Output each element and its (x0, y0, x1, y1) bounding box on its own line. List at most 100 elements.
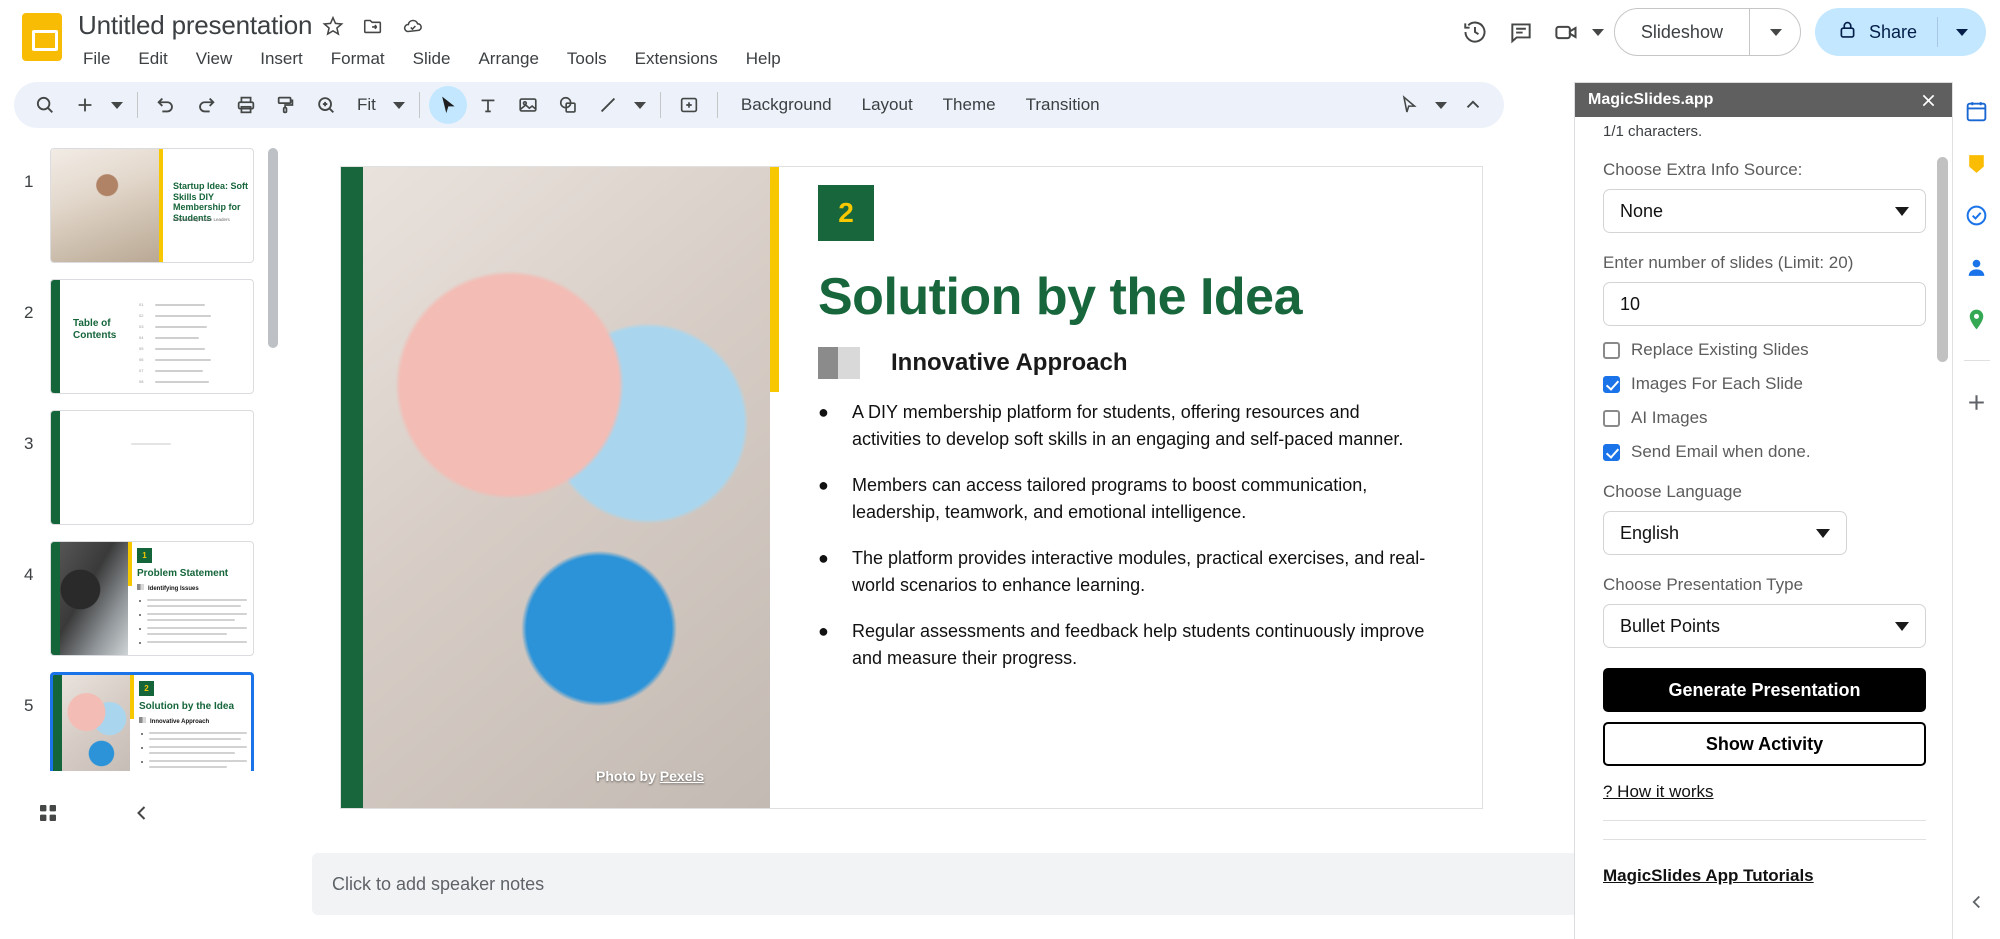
shape-icon[interactable] (549, 86, 587, 124)
checkbox-send-email-when-done[interactable] (1603, 444, 1620, 461)
background-button[interactable]: Background (727, 88, 846, 122)
menu-slide[interactable]: Slide (410, 48, 454, 70)
menu-extensions[interactable]: Extensions (632, 48, 721, 70)
sidebar-scrollbar[interactable] (1937, 157, 1948, 362)
menu-insert[interactable]: Insert (257, 48, 306, 70)
slide-bullet-list[interactable]: ● A DIY membership platform for students… (818, 399, 1428, 691)
collapse-filmstrip-icon[interactable] (120, 791, 164, 835)
comment-icon[interactable] (1498, 9, 1544, 55)
checkbox-replace-existing-slides[interactable] (1603, 342, 1620, 359)
menu-format[interactable]: Format (328, 48, 388, 70)
maps-icon[interactable] (1962, 304, 1992, 334)
layout-button[interactable]: Layout (848, 88, 927, 122)
thumbnail[interactable] (50, 410, 254, 525)
move-to-folder-icon[interactable] (362, 15, 384, 37)
menu-tools[interactable]: Tools (564, 48, 610, 70)
undo-icon[interactable] (147, 86, 185, 124)
checkbox-row-images-for-each-slide[interactable]: Images For Each Slide (1603, 374, 1926, 394)
meet-dropdown-caret-icon[interactable] (1592, 29, 1604, 36)
thumbnail[interactable]: Startup Idea: Soft Skills DIY Membership… (50, 148, 254, 263)
document-title[interactable]: Untitled presentation (78, 10, 312, 41)
menu-edit[interactable]: Edit (135, 48, 170, 70)
zoom-level-value[interactable]: Fit (347, 95, 386, 115)
photo-credit-link[interactable]: Pexels (660, 768, 704, 784)
star-icon[interactable] (322, 15, 344, 37)
expand-rail-icon[interactable] (1962, 887, 1992, 917)
cloud-saved-icon[interactable] (402, 15, 424, 37)
theme-button[interactable]: Theme (929, 88, 1010, 122)
thumbnail[interactable]: Table of Contents 01 02 03 04 05 06 07 0… (50, 279, 254, 394)
transition-button[interactable]: Transition (1012, 88, 1114, 122)
speaker-notes[interactable]: Click to add speaker notes (312, 853, 1600, 915)
tasks-icon[interactable] (1962, 200, 1992, 230)
slideshow-dropdown-button[interactable] (1750, 9, 1800, 55)
select-icon[interactable] (429, 86, 467, 124)
text-box-icon[interactable] (469, 86, 507, 124)
collapse-toolbar-icon[interactable] (1454, 86, 1492, 124)
contacts-icon[interactable] (1962, 252, 1992, 282)
zoom-dropdown-caret-icon[interactable] (388, 86, 410, 124)
version-history-icon[interactable] (1452, 9, 1498, 55)
keep-icon[interactable] (1962, 148, 1992, 178)
thumbnail-kicker: Identifying Issues (148, 586, 199, 592)
checkbox-row-replace-existing-slides[interactable]: Replace Existing Slides (1603, 340, 1926, 360)
bullet-item: ● Regular assessments and feedback help … (818, 618, 1428, 672)
filmstrip-item-4[interactable]: 4 1 Problem Statement Identifying Issues (0, 533, 290, 664)
line-dropdown-caret-icon[interactable] (629, 86, 651, 124)
cursor-dropdown-caret-icon[interactable] (1430, 86, 1452, 124)
share-button[interactable]: Share (1815, 8, 1986, 56)
share-dropdown-button[interactable] (1938, 9, 1986, 55)
checkbox-row-send-email-when-done[interactable]: Send Email when done. (1603, 442, 1926, 462)
close-icon[interactable] (1919, 91, 1938, 110)
line-icon[interactable] (589, 86, 627, 124)
share-main[interactable]: Share (1815, 9, 1937, 55)
menu-file[interactable]: File (80, 48, 113, 70)
menu-help[interactable]: Help (743, 48, 784, 70)
checkbox-row-ai-images[interactable]: AI Images (1603, 408, 1926, 428)
menu-view[interactable]: View (193, 48, 236, 70)
presentation-type-select[interactable]: Bullet Points (1603, 604, 1926, 648)
image-icon[interactable] (509, 86, 547, 124)
zoom-icon[interactable] (307, 86, 345, 124)
redo-icon[interactable] (187, 86, 225, 124)
slide-number: 4 (24, 541, 50, 585)
menu-arrange[interactable]: Arrange (475, 48, 541, 70)
search-icon[interactable] (26, 86, 64, 124)
add-slide-icon[interactable] (66, 86, 104, 124)
generate-presentation-button[interactable]: Generate Presentation (1603, 668, 1926, 712)
bullet-marker: ● (818, 399, 852, 453)
kicker-icon (139, 717, 146, 723)
how-it-works-link[interactable]: ? How it works (1603, 782, 1714, 802)
checkbox-images-for-each-slide[interactable] (1603, 376, 1620, 393)
extra-info-select[interactable]: None (1603, 189, 1926, 233)
filmstrip-item-2[interactable]: 2 Table of Contents 01 02 03 04 05 06 07… (0, 271, 290, 402)
slide-filmstrip[interactable]: 1 Startup Idea: Soft Skills DIY Membersh… (0, 140, 290, 855)
slides-count-input[interactable]: 10 (1603, 282, 1926, 326)
filmstrip-item-3[interactable]: 3 (0, 402, 290, 533)
show-activity-button[interactable]: Show Activity (1603, 722, 1926, 766)
accent-bar (51, 411, 60, 524)
paint-format-icon[interactable] (267, 86, 305, 124)
filmstrip-grid-view-icon[interactable] (26, 791, 70, 835)
thumbnail[interactable]: 1 Problem Statement Identifying Issues (50, 541, 254, 656)
print-icon[interactable] (227, 86, 265, 124)
current-slide[interactable]: Photo by Pexels 2 Solution by the Idea I… (340, 166, 1483, 809)
checkbox-ai-images[interactable] (1603, 410, 1620, 427)
add-slide-dropdown-caret-icon[interactable] (106, 86, 128, 124)
slide-kicker[interactable]: Innovative Approach (891, 349, 1127, 377)
tutorials-link[interactable]: MagicSlides App Tutorials (1603, 866, 1814, 886)
add-addon-icon[interactable] (1962, 387, 1992, 417)
thumbnail-badge: 1 (137, 548, 152, 563)
thumbnail-selected[interactable]: 2 Solution by the Idea Innovative Approa… (50, 672, 254, 787)
calendar-icon[interactable] (1962, 96, 1992, 126)
slides-count-label: Enter number of slides (Limit: 20) (1603, 253, 1926, 273)
cursor-pointer-icon[interactable] (1390, 86, 1428, 124)
slide-photo[interactable] (363, 167, 770, 808)
language-select[interactable]: English (1603, 511, 1847, 555)
add-comment-icon[interactable] (670, 86, 708, 124)
slideshow-button[interactable]: Slideshow (1614, 8, 1801, 56)
divider (419, 92, 420, 118)
meet-camera-icon[interactable] (1544, 9, 1590, 55)
filmstrip-item-1[interactable]: 1 Startup Idea: Soft Skills DIY Membersh… (0, 140, 290, 271)
slide-title[interactable]: Solution by the Idea (818, 267, 1302, 327)
